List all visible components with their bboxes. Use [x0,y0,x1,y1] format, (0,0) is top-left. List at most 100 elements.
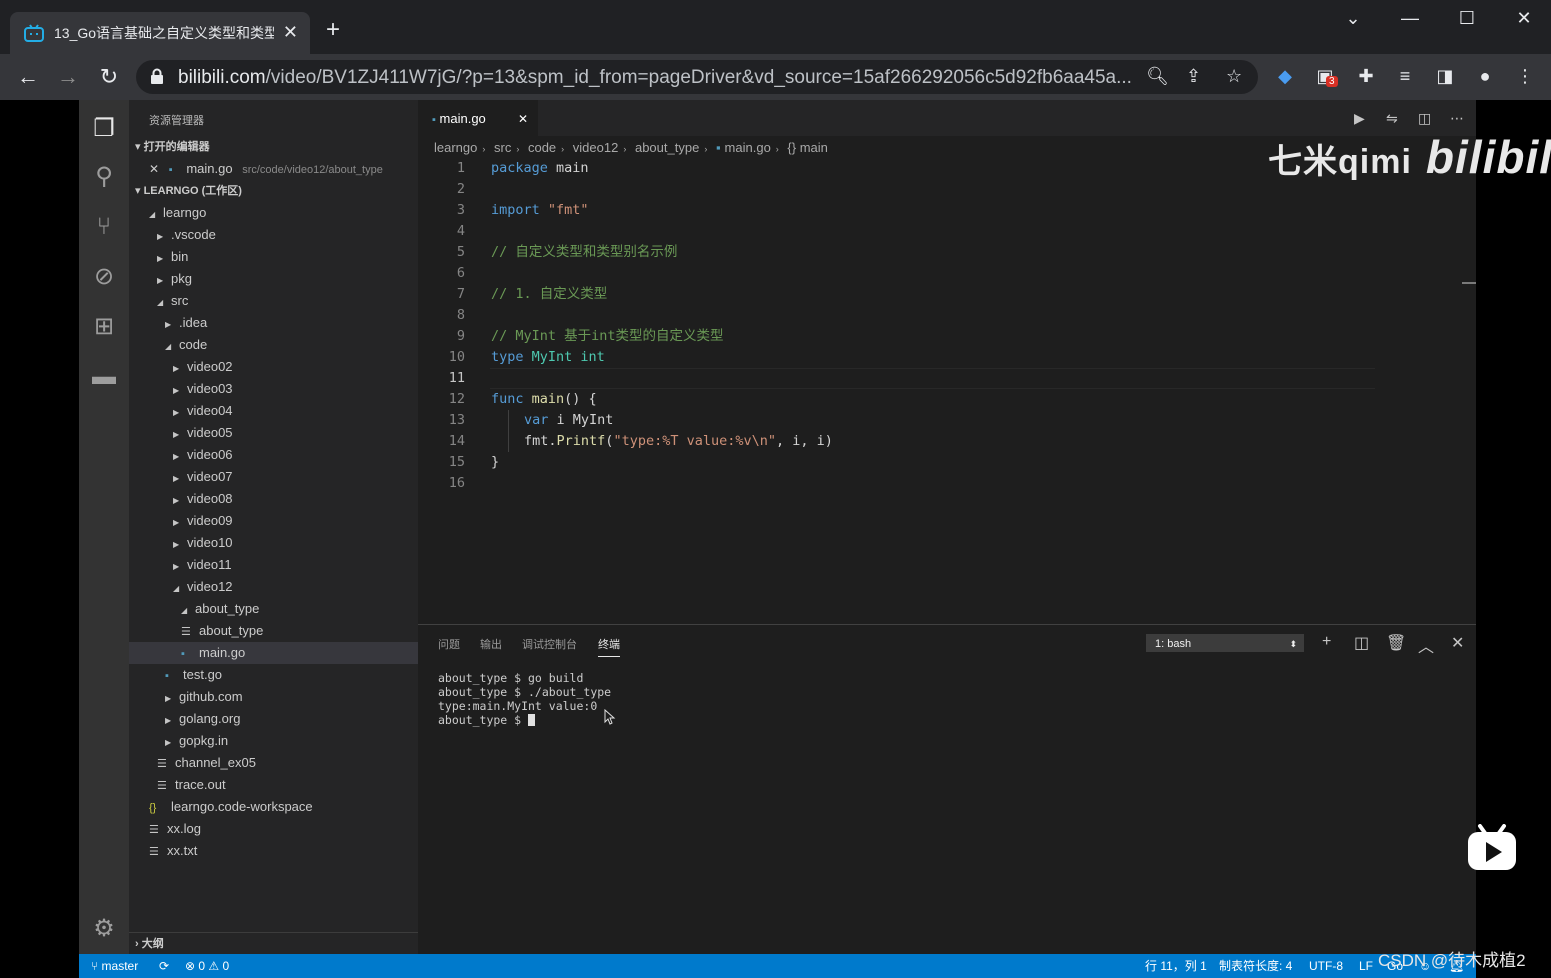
folder-icon[interactable]: ▬ [89,362,119,392]
zoom-icon[interactable]: 🔍︎ [1146,66,1169,87]
close-panel-icon[interactable]: ✕ [1451,633,1464,653]
tab-size[interactable]: 制表符长度: 4 [1219,954,1292,978]
branch-item[interactable]: ⑂ master [91,954,138,978]
tree-item[interactable]: ☰ channel_ex05 [129,752,418,774]
tree-item[interactable]: ▶ video09 [129,510,418,532]
terminal-output[interactable]: about_type $ go build about_type $ ./abou… [438,671,611,727]
bookmark-star-icon[interactable]: ☆ [1226,66,1242,87]
tab-output[interactable]: 输出 [480,636,502,652]
tree-item[interactable]: ▶ video05 [129,422,418,444]
tab-terminal[interactable]: 终端 [598,636,620,657]
tree-item[interactable]: ◢ video12 [129,576,418,598]
new-terminal-icon[interactable]: + [1322,633,1331,651]
more-actions-icon[interactable]: ⋯ [1450,110,1464,127]
line-ending[interactable]: LF [1359,954,1373,978]
sync-icon[interactable]: ⟳ [159,954,169,978]
terminal-select[interactable]: 1: bash ⬍ [1146,634,1304,652]
line-number-row: 8 [418,305,1476,326]
close-editor-icon[interactable]: ✕ [149,162,159,176]
tree-item[interactable]: ▶ video10 [129,532,418,554]
tree-item[interactable]: ▶ gopkg.in [129,730,418,752]
tree-item[interactable]: ▶ github.com [129,686,418,708]
close-window-icon[interactable]: ✕ [1504,8,1544,29]
back-icon[interactable]: ← [13,64,43,90]
tree-item[interactable]: ☰ xx.log [129,818,418,840]
tree-item[interactable]: ▶ video07 [129,466,418,488]
tree-item[interactable]: ◢ code [129,334,418,356]
breadcrumb-item[interactable]: learngo [434,140,477,155]
editor-tab-main-go[interactable]: ▪ main.go ✕ [418,100,538,136]
tree-item[interactable]: ▶ golang.org [129,708,418,730]
forward-icon[interactable]: → [53,64,83,90]
profile-icon[interactable]: ● [1474,66,1496,88]
tree-item[interactable]: ◢ learngo [129,202,418,224]
close-tab-icon[interactable]: ✕ [518,100,528,138]
extension-badge-icon[interactable]: ▣ 3 [1314,66,1338,88]
tree-item[interactable]: ▶ video04 [129,400,418,422]
code-comment: // MyInt 基于int类型的自定义类型 [491,328,724,344]
run-icon[interactable]: ▶ [1354,110,1365,127]
share-icon[interactable]: ⇪ [1186,66,1201,87]
tree-item[interactable]: {} learngo.code-workspace [129,796,418,818]
cursor-position[interactable]: 行 11，列 1 [1145,954,1207,978]
tree-item[interactable]: ▶ .idea [129,312,418,334]
terminal-cursor [528,714,536,726]
tab-search-icon[interactable]: ⌄ [1333,8,1373,29]
tree-item[interactable]: ▶ pkg [129,268,418,290]
tab-debug-console[interactable]: 调试控制台 [522,636,577,652]
browser-tabstrip: 13_Go语言基础之自定义类型和类型别名 ✕ + ⌄ — ☐ ✕ [0,0,1551,54]
tree-item[interactable]: ▶ video02 [129,356,418,378]
trash-icon[interactable]: 🗑︎ [1386,633,1406,653]
breadcrumb-item[interactable]: about_type [635,140,699,155]
explorer-icon[interactable]: ❐ [89,114,119,144]
tree-item[interactable]: ▪ main.go [129,642,418,664]
outline-section[interactable]: › 大纲 [129,932,418,954]
tree-item[interactable]: ▪ test.go [129,664,418,686]
open-editors-section[interactable]: ▾ 打开的编辑器 [129,136,418,158]
close-tab-icon[interactable]: ✕ [283,22,298,43]
split-editor-icon[interactable]: ◫ [1418,110,1431,127]
new-tab-icon[interactable]: + [326,18,340,42]
problems-item[interactable]: ⊗ 0 ⚠ 0 [185,954,229,978]
breadcrumb-item[interactable]: {} main [787,140,827,155]
maximize-panel-icon[interactable]: ︿ [1418,633,1434,657]
tree-item[interactable]: ▶ .vscode [129,224,418,246]
tree-item[interactable]: ☰ about_type [129,620,418,642]
tree-item[interactable]: ▶ video03 [129,378,418,400]
code-comment: // 1. 自定义类型 [491,286,608,302]
open-editor-item[interactable]: ✕ ▪ main.go src/code/video12/about_type [129,158,418,180]
settings-gear-icon[interactable]: ⚙ [89,914,119,944]
tree-item[interactable]: ▶ bin [129,246,418,268]
reload-icon[interactable]: ↻ [94,64,124,90]
breadcrumb-item[interactable]: src [494,140,511,155]
tree-item[interactable]: ▶ video08 [129,488,418,510]
encoding[interactable]: UTF-8 [1309,954,1343,978]
media-queue-icon[interactable]: ≡ [1394,66,1416,88]
compare-changes-icon[interactable]: ⇋ [1386,110,1398,127]
tree-item[interactable]: ☰ xx.txt [129,840,418,862]
breadcrumb-item[interactable]: video12 [573,140,619,155]
tree-item[interactable]: ▶ video11 [129,554,418,576]
source-control-icon[interactable]: ⑂ [89,212,119,242]
tree-item[interactable]: ☰ trace.out [129,774,418,796]
search-icon[interactable]: ⚲ [89,162,119,192]
extensions-puzzle-icon[interactable]: ✚ [1355,66,1377,88]
breadcrumb-item[interactable]: code [528,140,556,155]
tree-item[interactable]: ◢ about_type [129,598,418,620]
browser-menu-icon[interactable]: ⋮ [1514,66,1536,88]
address-bar[interactable]: bilibili.com/video/BV1ZJ411W7jG/?p=13&sp… [136,60,1258,94]
tree-item[interactable]: ◢ src [129,290,418,312]
side-panel-icon[interactable]: ◨ [1434,66,1456,88]
browser-tab[interactable]: 13_Go语言基础之自定义类型和类型别名 ✕ [10,12,310,54]
workspace-section[interactable]: ▾ LEARNGO (工作区) [129,180,418,202]
extensions-icon[interactable]: ⊞ [89,312,119,342]
split-terminal-icon[interactable]: ◫ [1354,633,1369,653]
tab-problems[interactable]: 问题 [438,636,460,652]
debug-icon[interactable]: ⊘ [89,262,119,292]
scrollbar-marker[interactable] [1462,282,1476,284]
maximize-icon[interactable]: ☐ [1447,8,1487,29]
breadcrumb-item[interactable]: main.go [725,140,771,155]
tree-item[interactable]: ▶ video06 [129,444,418,466]
minimize-icon[interactable]: — [1390,8,1430,29]
extension-gem-icon[interactable]: ◆ [1274,66,1296,88]
